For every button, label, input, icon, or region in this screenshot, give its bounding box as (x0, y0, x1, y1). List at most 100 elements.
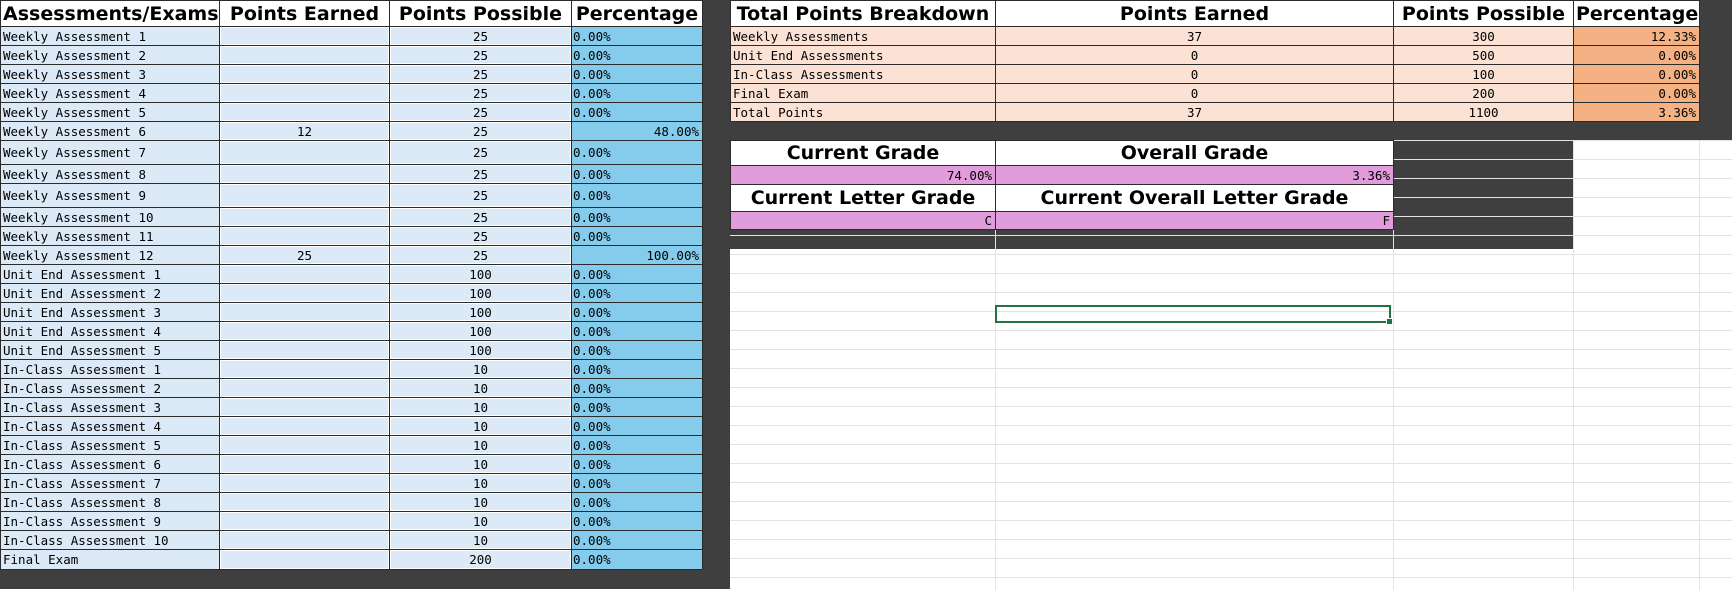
breakdown-earned-cell[interactable]: 37 (995, 102, 1394, 122)
percentage-cell[interactable]: 0.00% (571, 549, 703, 570)
points-possible-cell[interactable]: 100 (389, 321, 572, 341)
percentage-cell[interactable]: 0.00% (571, 45, 703, 65)
assessment-name-cell[interactable]: Weekly Assessment 1 (0, 26, 220, 46)
breakdown-earned-cell[interactable]: 37 (995, 26, 1394, 46)
percentage-cell[interactable]: 0.00% (571, 164, 703, 184)
assessment-name-cell[interactable]: Weekly Assessment 10 (0, 207, 220, 227)
points-earned-cell[interactable] (219, 183, 390, 208)
points-possible-cell[interactable]: 100 (389, 340, 572, 360)
assessment-name-cell[interactable]: In-Class Assessment 9 (0, 511, 220, 531)
points-possible-cell[interactable]: 25 (389, 64, 572, 84)
points-possible-cell[interactable]: 10 (389, 473, 572, 493)
percentage-cell[interactable]: 0.00% (571, 378, 703, 398)
points-possible-cell[interactable]: 25 (389, 26, 572, 46)
points-possible-cell[interactable]: 25 (389, 140, 572, 165)
breakdown-possible-cell[interactable]: 200 (1393, 83, 1574, 103)
breakdown-percentage-cell[interactable]: 3.36% (1573, 102, 1700, 122)
breakdown-name-cell[interactable]: Unit End Assessments (730, 45, 996, 65)
assessment-name-cell[interactable]: In-Class Assessment 4 (0, 416, 220, 436)
points-possible-cell[interactable]: 10 (389, 416, 572, 436)
overall-letter-grade-value[interactable]: F (995, 211, 1394, 230)
column-header-points-possible[interactable]: Points Possible (389, 0, 572, 27)
points-possible-cell[interactable]: 25 (389, 183, 572, 208)
assessment-name-cell[interactable]: In-Class Assessment 6 (0, 454, 220, 474)
percentage-cell[interactable]: 0.00% (571, 302, 703, 322)
points-earned-cell[interactable] (219, 302, 390, 322)
points-earned-cell[interactable] (219, 64, 390, 84)
points-earned-cell[interactable] (219, 473, 390, 493)
points-earned-cell[interactable] (219, 264, 390, 284)
percentage-cell[interactable]: 100.00% (571, 245, 703, 265)
breakdown-possible-cell[interactable]: 100 (1393, 64, 1574, 84)
percentage-cell[interactable]: 48.00% (571, 121, 703, 141)
assessment-name-cell[interactable]: Weekly Assessment 9 (0, 183, 220, 208)
breakdown-name-cell[interactable]: Total Points (730, 102, 996, 122)
breakdown-name-cell[interactable]: Weekly Assessments (730, 26, 996, 46)
points-possible-cell[interactable]: 10 (389, 359, 572, 379)
breakdown-earned-cell[interactable]: 0 (995, 45, 1394, 65)
points-earned-cell[interactable] (219, 283, 390, 303)
assessment-name-cell[interactable]: Unit End Assessment 5 (0, 340, 220, 360)
percentage-cell[interactable]: 0.00% (571, 207, 703, 227)
points-possible-cell[interactable]: 25 (389, 102, 572, 122)
points-possible-cell[interactable]: 25 (389, 164, 572, 184)
breakdown-name-cell[interactable]: In-Class Assessments (730, 64, 996, 84)
column-header-points-earned[interactable]: Points Earned (219, 0, 390, 27)
assessment-name-cell[interactable]: In-Class Assessment 7 (0, 473, 220, 493)
points-possible-cell[interactable]: 25 (389, 45, 572, 65)
percentage-cell[interactable]: 0.00% (571, 140, 703, 165)
assessment-name-cell[interactable]: In-Class Assessment 8 (0, 492, 220, 512)
points-earned-cell[interactable] (219, 359, 390, 379)
points-earned-cell[interactable] (219, 164, 390, 184)
points-possible-cell[interactable]: 25 (389, 121, 572, 141)
percentage-cell[interactable]: 0.00% (571, 454, 703, 474)
points-possible-cell[interactable]: 100 (389, 264, 572, 284)
column-header-percentage[interactable]: Percentage (571, 0, 703, 27)
current-grade-value[interactable]: 74.00% (730, 165, 996, 185)
assessment-name-cell[interactable]: Weekly Assessment 2 (0, 45, 220, 65)
breakdown-earned-cell[interactable]: 0 (995, 64, 1394, 84)
points-possible-cell[interactable]: 10 (389, 435, 572, 455)
assessment-name-cell[interactable]: Weekly Assessment 8 (0, 164, 220, 184)
points-possible-cell[interactable]: 10 (389, 378, 572, 398)
fill-handle[interactable] (1386, 318, 1393, 325)
points-earned-cell[interactable] (219, 207, 390, 227)
points-possible-cell[interactable]: 25 (389, 207, 572, 227)
points-earned-cell[interactable] (219, 492, 390, 512)
points-possible-cell[interactable]: 10 (389, 530, 572, 550)
points-earned-cell[interactable] (219, 530, 390, 550)
points-earned-cell[interactable]: 25 (219, 245, 390, 265)
assessment-name-cell[interactable]: Weekly Assessment 12 (0, 245, 220, 265)
percentage-cell[interactable]: 0.00% (571, 321, 703, 341)
points-earned-cell[interactable] (219, 511, 390, 531)
points-earned-cell[interactable] (219, 45, 390, 65)
column-header-breakdown-percentage[interactable]: Percentage (1573, 0, 1700, 27)
breakdown-percentage-cell[interactable]: 0.00% (1573, 64, 1700, 84)
percentage-cell[interactable]: 0.00% (571, 264, 703, 284)
assessment-name-cell[interactable]: In-Class Assessment 1 (0, 359, 220, 379)
assessment-name-cell[interactable]: Weekly Assessment 3 (0, 64, 220, 84)
assessment-name-cell[interactable]: Weekly Assessment 11 (0, 226, 220, 246)
percentage-cell[interactable]: 0.00% (571, 83, 703, 103)
breakdown-percentage-cell[interactable]: 12.33% (1573, 26, 1700, 46)
percentage-cell[interactable]: 0.00% (571, 359, 703, 379)
breakdown-name-cell[interactable]: Final Exam (730, 83, 996, 103)
points-possible-cell[interactable]: 25 (389, 245, 572, 265)
assessment-name-cell[interactable]: Final Exam (0, 549, 220, 570)
overall-grade-value[interactable]: 3.36% (995, 165, 1394, 185)
points-earned-cell[interactable] (219, 340, 390, 360)
column-header-breakdown[interactable]: Total Points Breakdown (730, 0, 996, 27)
breakdown-percentage-cell[interactable]: 0.00% (1573, 45, 1700, 65)
points-possible-cell[interactable]: 100 (389, 283, 572, 303)
points-earned-cell[interactable] (219, 397, 390, 417)
points-earned-cell[interactable] (219, 83, 390, 103)
percentage-cell[interactable]: 0.00% (571, 183, 703, 208)
percentage-cell[interactable]: 0.00% (571, 435, 703, 455)
points-possible-cell[interactable]: 100 (389, 302, 572, 322)
assessment-name-cell[interactable]: In-Class Assessment 2 (0, 378, 220, 398)
assessment-name-cell[interactable]: In-Class Assessment 5 (0, 435, 220, 455)
points-earned-cell[interactable] (219, 140, 390, 165)
breakdown-possible-cell[interactable]: 300 (1393, 26, 1574, 46)
percentage-cell[interactable]: 0.00% (571, 416, 703, 436)
points-possible-cell[interactable]: 10 (389, 397, 572, 417)
